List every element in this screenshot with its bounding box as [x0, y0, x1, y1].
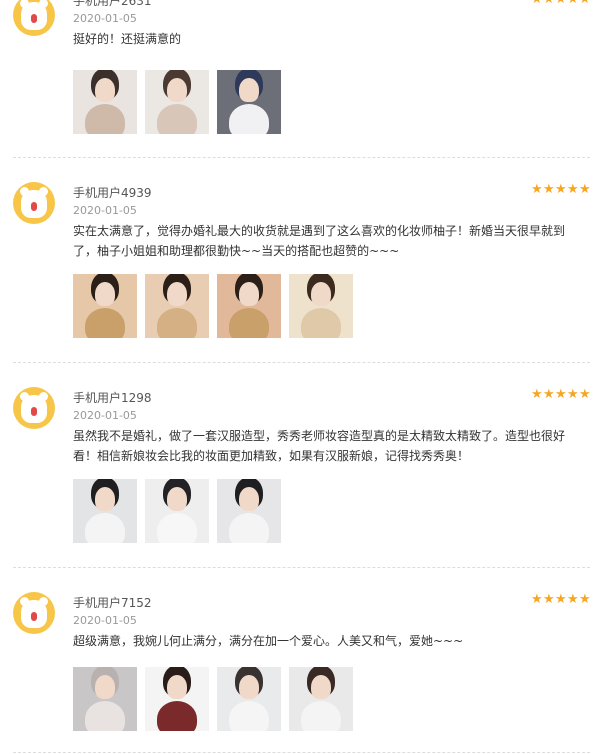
divider: [13, 157, 590, 158]
review-photo[interactable]: [145, 479, 209, 543]
review-date: 2020-01-05: [73, 614, 137, 627]
rating-stars: ★★★★★: [531, 0, 591, 8]
avatar[interactable]: [13, 182, 55, 224]
star-icon: ★: [531, 592, 543, 607]
star-icon: ★: [543, 182, 555, 197]
star-icon: ★: [543, 592, 555, 607]
review-date: 2020-01-05: [73, 12, 137, 25]
star-icon: ★: [555, 0, 567, 6]
divider: [13, 752, 590, 753]
review-photo[interactable]: [289, 274, 353, 338]
review-text: 实在太满意了，觉得办婚礼最大的收货就是遇到了这么喜欢的化妆师柚子！新婚当天很早就…: [73, 224, 566, 258]
star-icon: ★: [531, 0, 543, 6]
review-date: 2020-01-05: [73, 409, 137, 422]
review-photo[interactable]: [145, 70, 209, 134]
star-icon: ★: [555, 387, 567, 402]
review-photo[interactable]: [73, 667, 137, 731]
star-icon: ★: [543, 0, 555, 6]
star-icon: ★: [567, 182, 579, 197]
photo-gallery: [73, 479, 281, 543]
divider: [13, 362, 590, 363]
star-icon: ★: [579, 592, 591, 607]
user-name[interactable]: 手机用户7152: [73, 594, 152, 611]
star-icon: ★: [579, 0, 591, 6]
star-icon: ★: [579, 182, 591, 197]
review-photo[interactable]: [217, 70, 281, 134]
review-text: 超级满意，我婉儿何止满分，满分在加一个爱心。人美又和气，爱她~~~: [73, 634, 464, 648]
photo-gallery: [73, 274, 353, 338]
user-name[interactable]: 手机用户4939: [73, 184, 152, 201]
star-icon: ★: [567, 592, 579, 607]
review-photo[interactable]: [217, 274, 281, 338]
review-text: 挺好的！还挺满意的: [73, 32, 182, 46]
review-photo[interactable]: [145, 274, 209, 338]
star-icon: ★: [531, 387, 543, 402]
divider: [13, 567, 590, 568]
star-icon: ★: [555, 592, 567, 607]
rating-stars: ★★★★★: [531, 592, 591, 608]
rating-stars: ★★★★★: [531, 182, 591, 198]
review-photo[interactable]: [217, 667, 281, 731]
star-icon: ★: [543, 387, 555, 402]
user-name[interactable]: 手机用户2631: [73, 0, 152, 9]
photo-gallery: [73, 667, 353, 731]
avatar[interactable]: [13, 387, 55, 429]
avatar[interactable]: [13, 0, 55, 36]
avatar[interactable]: [13, 592, 55, 634]
review-text: 虽然我不是婚礼，做了一套汉服造型，秀秀老师妆容造型真的是太精致太精致了。造型也很…: [73, 429, 566, 463]
star-icon: ★: [579, 387, 591, 402]
review-photo[interactable]: [73, 479, 137, 543]
photo-gallery: [73, 70, 281, 134]
review-photo[interactable]: [145, 667, 209, 731]
rating-stars: ★★★★★: [531, 387, 591, 403]
review-photo[interactable]: [217, 479, 281, 543]
user-name[interactable]: 手机用户1298: [73, 389, 152, 406]
star-icon: ★: [555, 182, 567, 197]
review-photo[interactable]: [73, 274, 137, 338]
review-date: 2020-01-05: [73, 204, 137, 217]
star-icon: ★: [567, 387, 579, 402]
review-photo[interactable]: [73, 70, 137, 134]
star-icon: ★: [531, 182, 543, 197]
review-photo[interactable]: [289, 667, 353, 731]
star-icon: ★: [567, 0, 579, 6]
